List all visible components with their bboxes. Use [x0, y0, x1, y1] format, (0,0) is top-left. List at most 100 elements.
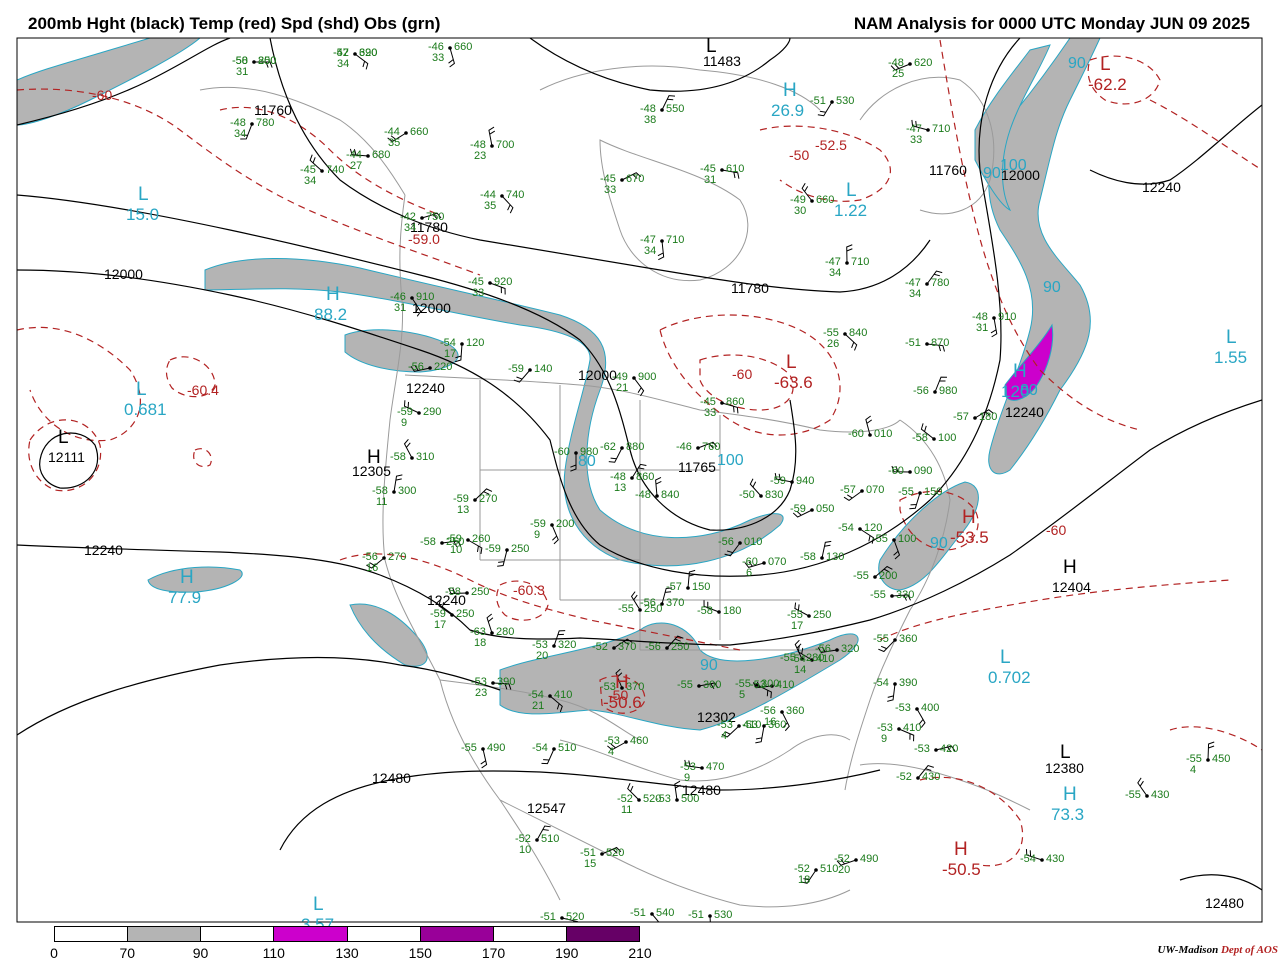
obs-temp: -59: [790, 503, 806, 515]
station-dot: [448, 46, 452, 50]
obs-dewpoint: 31: [394, 302, 406, 314]
obs-dewpoint: 25: [892, 68, 904, 80]
obs-dewpoint: 6: [746, 567, 752, 579]
obs-dewpoint: 18: [798, 874, 810, 886]
station-dot: [858, 527, 862, 531]
temp-label: -60.4: [187, 382, 219, 398]
obs-temp: -58: [390, 451, 406, 463]
legend-swatch: [347, 927, 421, 941]
station-dot: [916, 776, 920, 780]
station-dot: [780, 710, 784, 714]
station-dot: [686, 586, 690, 590]
station-dot: [675, 798, 679, 802]
station-dot: [488, 281, 492, 285]
obs-temp: -56: [408, 361, 424, 373]
obs-dewpoint: 13: [614, 482, 626, 494]
station-dot: [505, 548, 509, 552]
obs-temp: -54: [873, 677, 889, 689]
center-symbol: L: [1000, 647, 1011, 668]
temp-label: -60.3: [513, 582, 545, 598]
obs-dewpoint: 20: [536, 650, 548, 662]
wind-barb: [990, 317, 998, 338]
wind-speed-shading: [17, 38, 1101, 731]
station-dot: [620, 178, 624, 182]
speed-label: 90: [700, 657, 718, 674]
obs-dewpoint: 9: [401, 417, 407, 429]
cuba: [859, 763, 1031, 811]
center-symbol: H: [954, 839, 968, 860]
station-dot: [992, 316, 996, 320]
obs-temp: -56: [718, 536, 734, 548]
obs-dewpoint: 4: [721, 730, 727, 742]
obs-height: 370: [626, 681, 644, 693]
station-dot: [491, 681, 495, 685]
station-dot: [660, 108, 664, 112]
obs-height: 830: [765, 489, 783, 501]
obs-temp: -55: [873, 633, 889, 645]
obs-height: 980: [939, 385, 957, 397]
obs-height: 250: [671, 641, 689, 653]
obs-height: 370: [618, 641, 636, 653]
station-dot: [366, 154, 370, 158]
obs-dewpoint: 34: [234, 128, 246, 140]
station-dot: [612, 646, 616, 650]
obs-temp: -59: [485, 543, 501, 555]
center-symbol: L: [706, 36, 717, 57]
speed-label: 90: [1068, 55, 1086, 72]
wind-barb: [674, 780, 681, 801]
obs-height: 250: [456, 608, 474, 620]
station-dot: [450, 613, 454, 617]
obs-height: 660: [454, 41, 472, 53]
obs-height: 410: [776, 679, 794, 691]
obs-height: 500: [681, 793, 699, 805]
station-dot: [250, 122, 254, 126]
center-symbol: H: [783, 80, 797, 101]
obs-temp: -54: [532, 742, 548, 754]
obs-height: 780: [931, 277, 949, 289]
obs-dewpoint: 34: [404, 222, 416, 234]
station-dot: [548, 694, 552, 698]
temp-label: -60: [1046, 522, 1066, 538]
obs-dewpoint: 31: [704, 174, 716, 186]
station-dot: [460, 342, 464, 346]
height-label: 12240: [1005, 404, 1044, 420]
station-dot: [762, 561, 766, 565]
center-symbol: L: [1060, 742, 1071, 763]
obs-height: 130: [826, 551, 844, 563]
credit: UW-Madison Dept of AOS: [1157, 944, 1278, 956]
station-dot: [759, 494, 763, 498]
station-dot: [717, 610, 721, 614]
center-value: -53.5: [950, 528, 989, 547]
obs-temp: -59: [508, 363, 524, 375]
obs-dewpoint: 38: [644, 114, 656, 126]
obs-height: 610: [726, 163, 744, 175]
obs-dewpoint: 34: [644, 245, 656, 257]
obs-dewpoint: 4: [608, 746, 614, 758]
obs-temp: -55: [1125, 789, 1141, 801]
obs-height: 510: [558, 742, 576, 754]
obs-dewpoint: 18: [474, 637, 486, 649]
obs-dewpoint: 21: [616, 382, 628, 394]
obs-temp: -59: [770, 475, 786, 487]
center-value: -50.5: [942, 860, 981, 879]
center-symbol: L: [846, 180, 857, 201]
station-dot: [620, 446, 624, 450]
station-dot: [481, 747, 485, 751]
obs-temp: -52: [333, 47, 349, 59]
obs-dewpoint: 35: [484, 200, 496, 212]
obs-temp: -53: [914, 743, 930, 755]
legend-swatch: [201, 927, 275, 941]
center-value: 15.0: [126, 205, 159, 224]
obs-temp: -46: [676, 441, 692, 453]
legend-swatch: [493, 927, 567, 941]
station-dot: [630, 476, 634, 480]
obs-temp: -50: [739, 489, 755, 501]
station-dot: [807, 614, 811, 618]
station-dot: [535, 838, 539, 842]
obs-dewpoint: 17: [791, 620, 803, 632]
obs-height: 050: [816, 503, 834, 515]
obs-temp: -57: [840, 484, 856, 496]
obs-height: 710: [666, 234, 684, 246]
height-label: 12240: [84, 542, 123, 558]
obs-temp: -60: [888, 465, 904, 477]
